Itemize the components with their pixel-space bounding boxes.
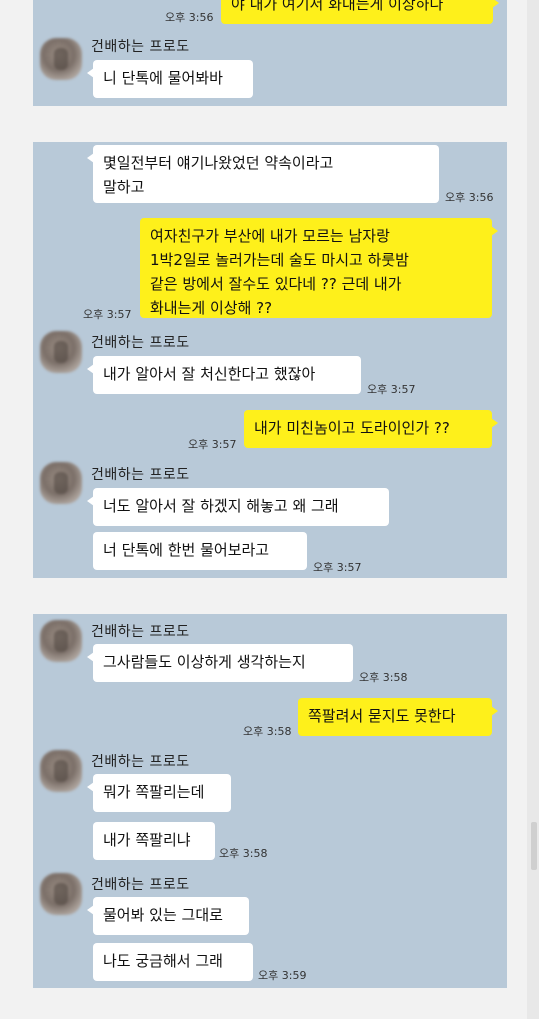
sender-name: 건배하는 프로도 xyxy=(91,754,190,770)
avatar[interactable] xyxy=(40,331,82,373)
side-edge xyxy=(527,0,539,1019)
outgoing-message: 야 내가 여기서 화내는게 이상하다 xyxy=(221,0,499,24)
sender-name: 건배하는 프로도 xyxy=(91,877,190,893)
incoming-message: 내가 쪽팔리냐 xyxy=(93,822,215,860)
chat-panel-1: 야 내가 여기서 화내는게 이상하다 오후 3:56 건배하는 프로도 니 단톡… xyxy=(33,0,507,106)
message-time: 오후 3:58 xyxy=(359,671,408,684)
message-time: 오후 3:57 xyxy=(313,561,362,574)
message-time: 오후 3:56 xyxy=(165,11,214,24)
scroll-indicator xyxy=(531,822,537,870)
avatar[interactable] xyxy=(40,873,82,915)
avatar[interactable] xyxy=(40,38,82,80)
sender-name: 건배하는 프로도 xyxy=(91,39,190,55)
message-time: 오후 3:57 xyxy=(188,438,237,451)
incoming-message: 니 단톡에 물어봐바 xyxy=(87,60,253,98)
outgoing-message: 내가 미친놈이고 도라이인가 ?? xyxy=(244,410,498,448)
incoming-message: 그사람들도 이상하게 생각하는지 xyxy=(87,644,353,682)
message-time: 오후 3:56 xyxy=(445,191,494,204)
sender-name: 건배하는 프로도 xyxy=(91,624,190,640)
avatar[interactable] xyxy=(40,620,82,662)
chat-panel-3: 건배하는 프로도 그사람들도 이상하게 생각하는지 오후 3:58 쪽팔려서 묻… xyxy=(33,614,507,988)
incoming-message: 나도 궁금해서 그래 xyxy=(93,943,253,981)
chat-panel-2: 몇일전부터 얘기나왔었던 약속이라고 말하고 오후 3:56 여자친구가 부산에… xyxy=(33,142,507,578)
message-time: 오후 3:57 xyxy=(367,383,416,396)
incoming-message: 뭐가 쪽팔리는데 xyxy=(87,774,231,812)
outgoing-message: 쪽팔려서 묻지도 못한다 xyxy=(298,698,498,736)
outgoing-message: 여자친구가 부산에 내가 모르는 남자랑 1박2일로 놀러가는데 술도 마시고 … xyxy=(140,218,498,318)
sender-name: 건배하는 프로도 xyxy=(91,335,190,351)
incoming-message: 몇일전부터 얘기나왔었던 약속이라고 말하고 xyxy=(87,145,439,203)
avatar[interactable] xyxy=(40,750,82,792)
incoming-message: 너도 알아서 잘 하겠지 해놓고 왜 그래 xyxy=(87,488,389,526)
incoming-message: 물어봐 있는 그대로 xyxy=(87,897,249,935)
incoming-message: 너 단톡에 한번 물어보라고 xyxy=(93,532,307,570)
message-time: 오후 3:58 xyxy=(219,847,268,860)
message-time: 오후 3:57 xyxy=(83,308,132,321)
incoming-message: 내가 알아서 잘 처신한다고 했잖아 xyxy=(87,356,361,394)
message-time: 오후 3:58 xyxy=(243,725,292,738)
avatar[interactable] xyxy=(40,462,82,504)
sender-name: 건배하는 프로도 xyxy=(91,467,190,483)
message-time: 오후 3:59 xyxy=(258,969,307,982)
